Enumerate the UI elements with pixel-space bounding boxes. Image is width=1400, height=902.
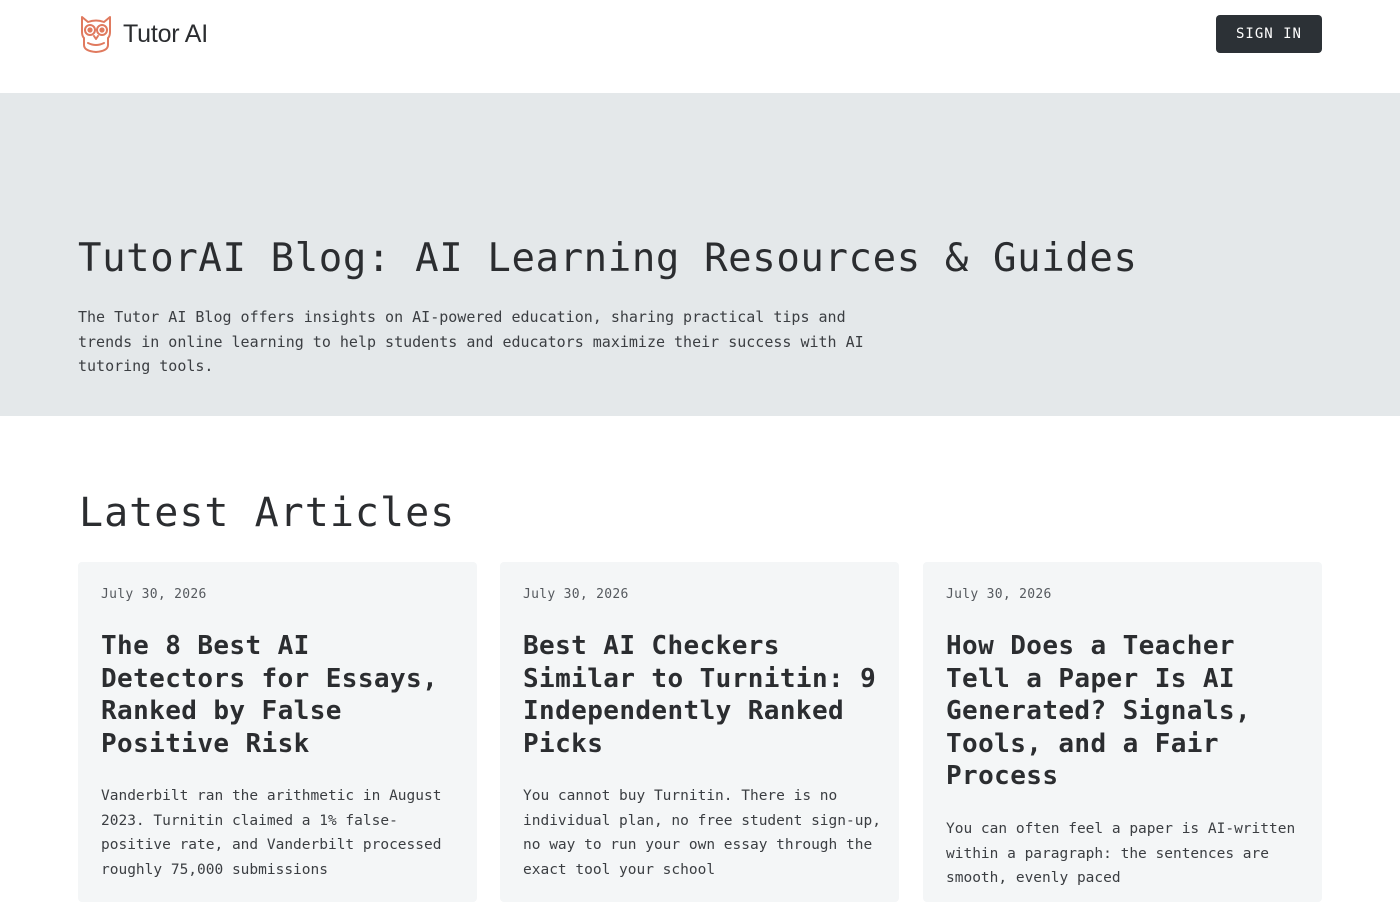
- article-title[interactable]: How Does a Teacher Tell a Paper Is AI Ge…: [946, 630, 1306, 793]
- hero-description: The Tutor AI Blog offers insights on AI-…: [78, 308, 864, 375]
- article-card[interactable]: July 30, 2026 Best AI Checkers Similar t…: [500, 562, 899, 902]
- sign-in-button[interactable]: SIGN IN: [1216, 15, 1322, 53]
- site-header: Tutor AI SIGN IN: [0, 0, 1400, 93]
- article-date: July 30, 2026: [101, 587, 207, 602]
- article-date: July 30, 2026: [523, 587, 629, 602]
- article-card[interactable]: July 30, 2026 The 8 Best AI Detectors fo…: [78, 562, 477, 902]
- latest-articles-heading: Latest Articles: [79, 490, 456, 536]
- owl-icon: [81, 16, 111, 53]
- article-title[interactable]: The 8 Best AI Detectors for Essays, Rank…: [101, 630, 461, 760]
- article-excerpt: You cannot buy Turnitin. There is no ind…: [523, 788, 881, 878]
- brand-link[interactable]: Tutor AI: [79, 14, 208, 54]
- page-title: TutorAI Blog: AI Learning Resources & Gu…: [78, 236, 1138, 281]
- brand-name: Tutor AI: [123, 19, 209, 48]
- article-excerpt: You can often feel a paper is AI-written…: [946, 821, 1296, 886]
- article-card[interactable]: July 30, 2026 How Does a Teacher Tell a …: [923, 562, 1322, 902]
- article-date: July 30, 2026: [946, 587, 1052, 602]
- article-title[interactable]: Best AI Checkers Similar to Turnitin: 9 …: [523, 630, 883, 760]
- article-excerpt: Vanderbilt ran the arithmetic in August …: [101, 788, 442, 878]
- hero-section: TutorAI Blog: AI Learning Resources & Gu…: [0, 93, 1400, 416]
